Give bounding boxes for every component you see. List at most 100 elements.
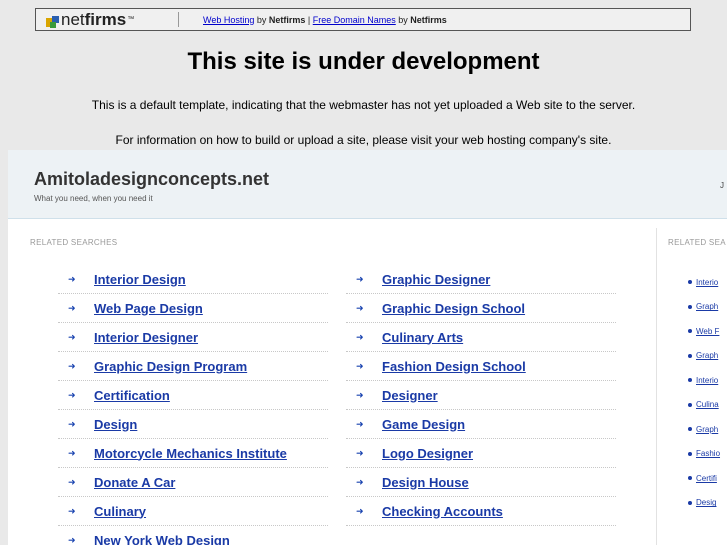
search-link[interactable]: Designer — [382, 388, 438, 403]
bullet-icon — [688, 378, 692, 383]
arrow-right-icon: ➜ — [68, 273, 76, 284]
search-link[interactable]: Web Page Design — [94, 301, 203, 316]
parked-page-frame: Amitoladesignconcepts.net What you need,… — [8, 150, 727, 545]
free-domain-names-link[interactable]: Free Domain Names — [313, 15, 396, 25]
sidebar-search-link[interactable]: Culina — [696, 400, 719, 409]
search-link[interactable]: Logo Designer — [382, 446, 473, 461]
list-item: ➜ Fashion Design School — [346, 352, 616, 381]
list-item: ➜ Graphic Designer — [346, 265, 616, 294]
list-item: ➜ Design — [58, 410, 328, 439]
sidebar-search-link[interactable]: Graph — [696, 425, 718, 434]
search-link[interactable]: Interior Designer — [94, 330, 198, 345]
web-hosting-link[interactable]: Web Hosting — [203, 15, 254, 25]
by-text: by — [254, 14, 269, 25]
sidebar-related-searches: Interio Graph Web F Graph Interio Culina… — [688, 270, 727, 515]
search-link[interactable]: Graphic Designer — [382, 272, 490, 287]
related-searches-label-sidebar: RELATED SEA — [668, 238, 726, 247]
list-item: ➜ Design House — [346, 468, 616, 497]
arrow-right-icon: ➜ — [356, 360, 364, 371]
topbar-links: Web Hosting by Netfirms | Free Domain Na… — [203, 15, 447, 25]
search-link[interactable]: Culinary — [94, 504, 146, 519]
list-item: ➜ Interior Design — [58, 265, 328, 294]
list-item: Certifi — [688, 466, 727, 491]
sidebar-search-link[interactable]: Interio — [696, 278, 718, 287]
list-item: Web F — [688, 319, 727, 344]
related-searches-column-2: ➜ Graphic Designer ➜ Graphic Design School… — [346, 265, 616, 526]
search-link[interactable]: Graphic Design School — [382, 301, 525, 316]
search-link[interactable]: New York Web Design — [94, 533, 230, 545]
netfirms-text: Netfirms — [410, 14, 447, 25]
by-text: by — [395, 14, 411, 25]
list-item: ➜ Checking Accounts — [346, 497, 616, 526]
bullet-icon — [688, 427, 692, 432]
search-link[interactable]: Design House — [382, 475, 469, 490]
arrow-right-icon: ➜ — [68, 418, 76, 429]
arrow-right-icon: ➜ — [68, 476, 76, 487]
list-item: Interio — [688, 270, 727, 295]
logo-text-net: net — [61, 9, 85, 29]
column-divider — [656, 228, 657, 545]
bullet-icon — [688, 402, 692, 407]
search-link[interactable]: Motorcycle Mechanics Institute — [94, 446, 287, 461]
search-link[interactable]: Checking Accounts — [382, 504, 503, 519]
search-link[interactable]: Certification — [94, 388, 170, 403]
header-right-text: J — [720, 181, 724, 190]
intro-text: This is a default template, indicating t… — [91, 98, 636, 112]
list-item: Graph — [688, 344, 727, 369]
list-item: ➜ Designer — [346, 381, 616, 410]
search-link[interactable]: Graphic Design Program — [94, 359, 247, 374]
list-item: ➜ Game Design — [346, 410, 616, 439]
related-searches-label: RELATED SEARCHES — [30, 238, 118, 247]
arrow-right-icon: ➜ — [68, 535, 76, 545]
sidebar-search-link[interactable]: Interio — [696, 376, 718, 385]
bullet-icon — [688, 500, 692, 505]
bullet-icon — [688, 353, 692, 358]
list-item: ➜ Certification — [58, 381, 328, 410]
search-link[interactable]: Game Design — [382, 417, 465, 432]
sidebar-search-link[interactable]: Desig — [696, 498, 716, 507]
list-item: Culina — [688, 393, 727, 418]
bullet-icon — [688, 304, 692, 309]
sidebar-search-link[interactable]: Fashio — [696, 449, 720, 458]
netfirms-text: Netfirms — [268, 14, 306, 25]
search-link[interactable]: Fashion Design School — [382, 359, 526, 374]
list-item: ➜ Interior Designer — [58, 323, 328, 352]
list-item: ➜ Graphic Design School — [346, 294, 616, 323]
arrow-right-icon: ➜ — [356, 476, 364, 487]
search-link[interactable]: Donate A Car — [94, 475, 175, 490]
arrow-right-icon: ➜ — [356, 447, 364, 458]
arrow-right-icon: ➜ — [68, 302, 76, 313]
list-item: ➜ New York Web Design — [58, 526, 328, 545]
list-item: Graph — [688, 417, 727, 442]
page-title: This site is under development — [187, 48, 540, 75]
logo-trademark: ™ — [127, 16, 135, 23]
list-item: ➜ Web Page Design — [58, 294, 328, 323]
arrow-right-icon: ➜ — [68, 447, 76, 458]
arrow-right-icon: ➜ — [68, 389, 76, 400]
search-link[interactable]: Interior Design — [94, 272, 186, 287]
site-title[interactable]: Amitoladesignconcepts.net — [34, 169, 269, 190]
sidebar-search-link[interactable]: Graph — [696, 302, 718, 311]
topbar-divider — [178, 12, 179, 27]
sidebar-search-link[interactable]: Graph — [696, 351, 718, 360]
list-item: ➜ Culinary — [58, 497, 328, 526]
sidebar-search-link[interactable]: Web F — [696, 327, 719, 336]
list-item: ➜ Donate A Car — [58, 468, 328, 497]
hosting-info-text: For information on how to build or uploa… — [115, 133, 612, 147]
separator-text: | — [305, 14, 313, 25]
arrow-right-icon: ➜ — [356, 302, 364, 313]
list-item: Graph — [688, 295, 727, 320]
arrow-right-icon: ➜ — [356, 418, 364, 429]
sidebar-search-link[interactable]: Certifi — [696, 474, 717, 483]
list-item: ➜ Graphic Design Program — [58, 352, 328, 381]
related-searches-column-1: ➜ Interior Design ➜ Web Page Design ➜ Inter… — [58, 265, 328, 545]
bullet-icon — [688, 329, 692, 334]
search-link[interactable]: Design — [94, 417, 137, 432]
netfirms-logo[interactable]: net firms ™ — [36, 10, 166, 30]
list-item: ➜ Motorcycle Mechanics Institute — [58, 439, 328, 468]
list-item: Fashio — [688, 442, 727, 467]
search-link[interactable]: Culinary Arts — [382, 330, 463, 345]
arrow-right-icon: ➜ — [356, 331, 364, 342]
bullet-icon — [688, 280, 692, 285]
netfirms-flag-icon — [46, 13, 59, 28]
